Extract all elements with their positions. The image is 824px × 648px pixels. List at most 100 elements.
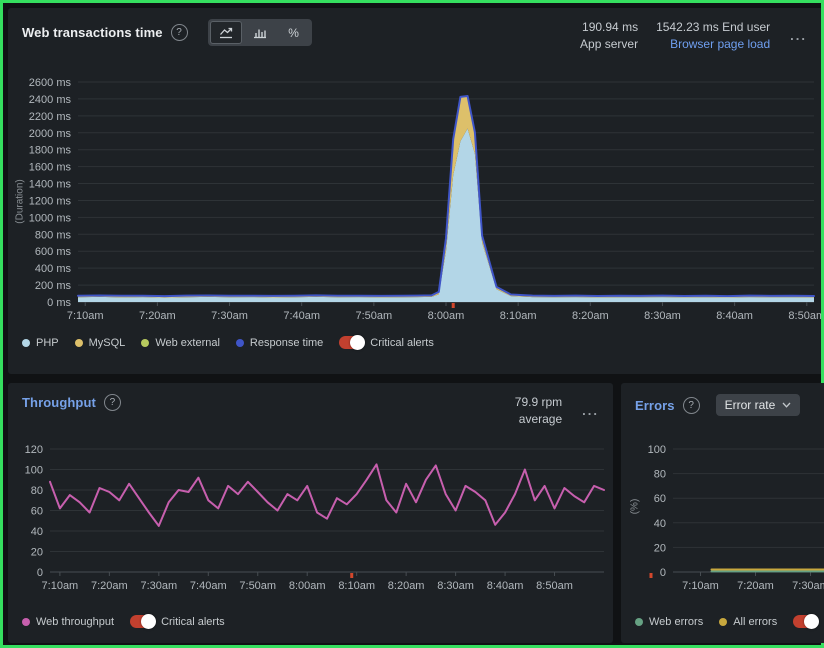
legend-item-web-external[interactable]: Web external: [141, 337, 220, 349]
transactions-stats: 190.94 ms App server 1542.23 ms End user…: [580, 19, 807, 53]
svg-text:7:40am: 7:40am: [190, 580, 227, 592]
transactions-help-icon[interactable]: ?: [171, 24, 188, 41]
svg-text:1400 ms: 1400 ms: [29, 179, 72, 191]
web-external-label: Web external: [155, 337, 220, 349]
svg-text:8:50am: 8:50am: [788, 310, 821, 322]
chart-view-switcher: %: [208, 19, 312, 46]
toggle-knob: [141, 614, 156, 629]
svg-text:400 ms: 400 ms: [35, 263, 72, 275]
errors-title[interactable]: Errors: [635, 398, 675, 413]
errors-help-icon[interactable]: ?: [683, 397, 700, 414]
area-chart-icon: [218, 26, 234, 39]
legend-item-php[interactable]: PHP: [22, 337, 59, 349]
percent-view-button[interactable]: %: [278, 21, 310, 44]
svg-text:8:40am: 8:40am: [487, 580, 524, 592]
svg-text:7:10am: 7:10am: [682, 580, 719, 592]
web-errors-color-dot: [635, 618, 643, 626]
legend-item-all-errors[interactable]: All errors: [719, 616, 777, 628]
bar-chart-icon: [252, 26, 268, 39]
svg-text:8:00am: 8:00am: [289, 580, 326, 592]
area-chart-view-button[interactable]: [210, 21, 242, 44]
critical-alerts-label: Critical alerts: [370, 337, 434, 349]
response-time-label: Response time: [250, 337, 323, 349]
critical-alerts-control: Critical alerts: [339, 336, 434, 349]
errors-chart[interactable]: 0204060801007:10am7:20am7:30am: [621, 437, 824, 602]
svg-text:0: 0: [37, 567, 43, 579]
error-rate-dropdown[interactable]: Error rate: [716, 394, 801, 416]
critical-alerts-toggle[interactable]: [339, 336, 364, 349]
svg-text:40: 40: [654, 518, 666, 530]
svg-text:120: 120: [25, 444, 43, 456]
transactions-header: Web transactions time ? %: [8, 8, 821, 53]
legend-item-web-errors[interactable]: Web errors: [635, 616, 703, 628]
svg-text:0 ms: 0 ms: [47, 297, 71, 309]
svg-text:7:20am: 7:20am: [737, 580, 774, 592]
svg-text:7:30am: 7:30am: [792, 580, 824, 592]
svg-text:2400 ms: 2400 ms: [29, 94, 72, 106]
svg-text:1600 ms: 1600 ms: [29, 162, 72, 174]
svg-text:60: 60: [31, 506, 43, 518]
throughput-more-button[interactable]: ...: [582, 403, 599, 418]
critical-alerts-control: Critical alerts: [793, 615, 824, 628]
svg-text:1800 ms: 1800 ms: [29, 145, 72, 157]
svg-text:1000 ms: 1000 ms: [29, 212, 72, 224]
svg-text:8:20am: 8:20am: [388, 580, 425, 592]
app-server-stat: 190.94 ms App server: [580, 19, 638, 53]
throughput-legend: Web throughput Critical alerts: [22, 615, 225, 628]
svg-text:7:50am: 7:50am: [239, 580, 276, 592]
svg-text:80: 80: [31, 485, 43, 497]
all-errors-label: All errors: [733, 616, 777, 628]
web-throughput-color-dot: [22, 618, 30, 626]
app-server-value: 190.94 ms: [580, 19, 638, 36]
legend-item-mysql[interactable]: MySQL: [75, 337, 126, 349]
svg-text:600 ms: 600 ms: [35, 246, 72, 258]
svg-text:8:40am: 8:40am: [716, 310, 753, 322]
svg-text:7:20am: 7:20am: [139, 310, 176, 322]
bar-chart-view-button[interactable]: [244, 21, 276, 44]
svg-text:40: 40: [31, 526, 43, 538]
svg-text:0: 0: [660, 567, 666, 579]
svg-text:200 ms: 200 ms: [35, 280, 72, 292]
toggle-knob: [350, 335, 365, 350]
transactions-title: Web transactions time: [22, 25, 163, 40]
svg-text:800 ms: 800 ms: [35, 229, 72, 241]
svg-text:7:20am: 7:20am: [91, 580, 128, 592]
web-throughput-label: Web throughput: [36, 616, 114, 628]
svg-text:8:50am: 8:50am: [536, 580, 573, 592]
critical-alerts-label: Critical alerts: [161, 616, 225, 628]
svg-text:80: 80: [654, 469, 666, 481]
browser-page-load-link[interactable]: Browser page load: [656, 36, 770, 53]
transactions-more-button[interactable]: ...: [790, 28, 807, 43]
svg-text:2200 ms: 2200 ms: [29, 111, 72, 123]
svg-text:2000 ms: 2000 ms: [29, 128, 72, 140]
throughput-panel: Throughput ? 79.9 rpm average ... 020406…: [8, 383, 613, 643]
php-color-dot: [22, 339, 30, 347]
errors-header: Errors ? Error rate: [621, 383, 824, 416]
svg-text:7:50am: 7:50am: [355, 310, 392, 322]
throughput-average-value: 79.9 rpm: [515, 394, 562, 411]
throughput-average-stat: 79.9 rpm average: [515, 394, 562, 428]
svg-text:7:40am: 7:40am: [283, 310, 320, 322]
transactions-legend: PHP MySQL Web external Response time Cri…: [22, 336, 434, 349]
svg-text:60: 60: [654, 493, 666, 505]
transactions-chart[interactable]: 0 ms 200 ms 400 ms 600 ms 800 ms 1000 ms 1200 …: [8, 66, 821, 333]
web-errors-label: Web errors: [649, 616, 703, 628]
errors-panel: Errors ? Error rate (%) 0204060801007:10…: [621, 383, 824, 643]
throughput-chart[interactable]: 0204060801001207:10am7:20am7:30am7:40am7…: [8, 437, 613, 602]
critical-alerts-toggle[interactable]: [130, 615, 155, 628]
svg-text:7:30am: 7:30am: [140, 580, 177, 592]
mysql-color-dot: [75, 339, 83, 347]
response-time-color-dot: [236, 339, 244, 347]
chevron-down-icon: [782, 402, 791, 408]
all-errors-color-dot: [719, 618, 727, 626]
svg-text:8:30am: 8:30am: [644, 310, 681, 322]
legend-item-response-time[interactable]: Response time: [236, 337, 323, 349]
throughput-help-icon[interactable]: ?: [104, 394, 121, 411]
legend-item-web-throughput[interactable]: Web throughput: [22, 616, 114, 628]
mysql-label: MySQL: [89, 337, 126, 349]
svg-text:1200 ms: 1200 ms: [29, 195, 72, 207]
svg-text:8:10am: 8:10am: [338, 580, 375, 592]
svg-text:20: 20: [654, 542, 666, 554]
critical-alerts-toggle[interactable]: [793, 615, 818, 628]
throughput-title[interactable]: Throughput: [22, 395, 96, 410]
